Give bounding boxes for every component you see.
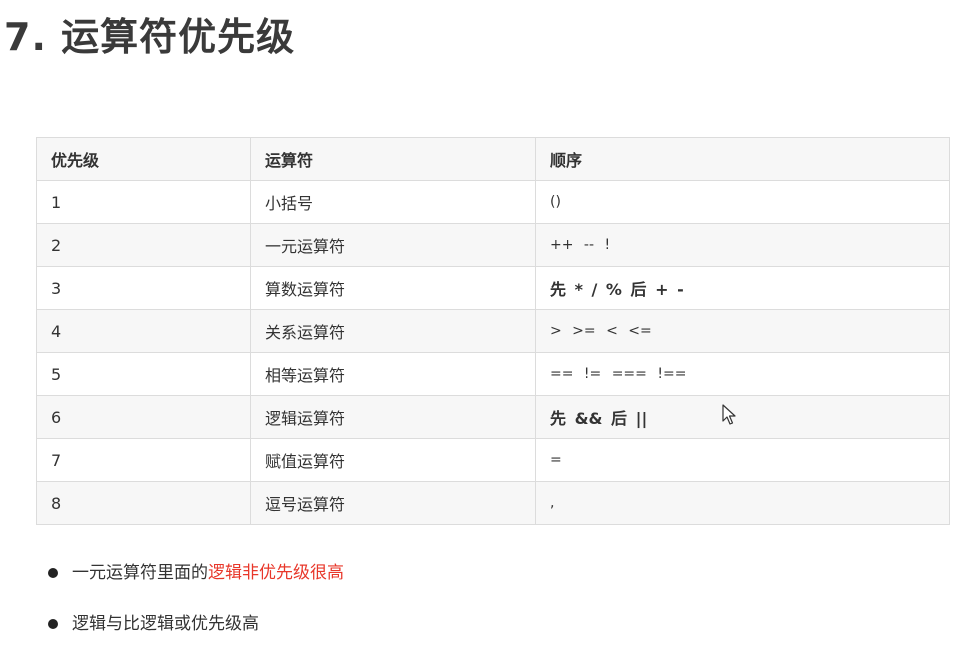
table-row: 4 关系运算符 > >= < <= (36, 309, 950, 353)
order-cell: ++ -- ! (535, 223, 950, 267)
order-cell: , (535, 481, 950, 525)
slide: 7. 运算符优先级 优先级 运算符 顺序 1 小括号 () 2 一元运算符 ++… (0, 0, 966, 655)
operator-cell: 逻辑运算符 (250, 395, 536, 439)
bullet-dot-icon (48, 568, 58, 578)
column-header-level: 优先级 (36, 137, 251, 181)
order-cell: 先 && 后 || (535, 395, 950, 439)
table-header-row: 优先级 运算符 顺序 (36, 137, 950, 181)
level-cell: 1 (36, 180, 251, 224)
operator-cell: 赋值运算符 (250, 438, 536, 482)
table-row: 5 相等运算符 == != === !== (36, 352, 950, 396)
column-header-operator: 运算符 (250, 137, 536, 181)
note-text: 一元运算符里面的 (72, 563, 208, 583)
level-cell: 7 (36, 438, 251, 482)
operator-cell: 小括号 (250, 180, 536, 224)
level-cell: 4 (36, 309, 251, 353)
table-row: 2 一元运算符 ++ -- ! (36, 223, 950, 267)
level-cell: 5 (36, 352, 251, 396)
level-cell: 8 (36, 481, 251, 525)
table-row: 1 小括号 () (36, 180, 950, 224)
table-row: 3 算数运算符 先 * / % 后 + - (36, 266, 950, 310)
level-cell: 6 (36, 395, 251, 439)
order-cell: > >= < <= (535, 309, 950, 353)
list-item: 逻辑与比逻辑或优先级高 (46, 611, 344, 637)
table-row: 8 逗号运算符 , (36, 481, 950, 525)
order-cell: 先 * / % 后 + - (535, 266, 950, 310)
list-item: 一元运算符里面的逻辑非优先级很高 (46, 560, 344, 586)
column-header-order: 顺序 (535, 137, 950, 181)
operator-cell: 逗号运算符 (250, 481, 536, 525)
operator-cell: 一元运算符 (250, 223, 536, 267)
operator-cell: 相等运算符 (250, 352, 536, 396)
level-cell: 2 (36, 223, 251, 267)
notes-list: 一元运算符里面的逻辑非优先级很高 逻辑与比逻辑或优先级高 (46, 560, 344, 637)
table-row: 7 赋值运算符 = (36, 438, 950, 482)
mouse-pointer-icon (722, 404, 736, 425)
order-cell: == != === !== (535, 352, 950, 396)
precedence-table: 优先级 运算符 顺序 1 小括号 () 2 一元运算符 ++ -- ! 3 算数… (36, 137, 950, 525)
note-highlight: 逻辑非优先级很高 (208, 563, 344, 583)
order-cell: () (535, 180, 950, 224)
level-cell: 3 (36, 266, 251, 310)
operator-cell: 关系运算符 (250, 309, 536, 353)
bullet-dot-icon (48, 619, 58, 629)
note-text: 逻辑与比逻辑或优先级高 (72, 614, 259, 634)
operator-cell: 算数运算符 (250, 266, 536, 310)
order-cell: = (535, 438, 950, 482)
table-row: 6 逻辑运算符 先 && 后 || (36, 395, 950, 439)
page-title: 7. 运算符优先级 (4, 15, 296, 59)
